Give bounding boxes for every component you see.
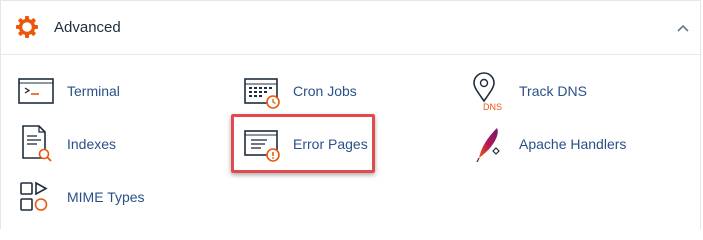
cron-jobs-link[interactable]: Cron Jobs [243,69,383,113]
mime-types-link[interactable]: MIME Types [17,175,157,219]
apache-handlers-link[interactable]: Apache Handlers [469,122,629,166]
document-search-icon [22,125,52,162]
terminal-icon [18,78,54,104]
error-pages-highlight [231,114,375,173]
track-dns-label: Track DNS [519,83,587,99]
cron-jobs-label: Cron Jobs [293,83,357,99]
apache-handlers-label: Apache Handlers [519,136,627,152]
section-header[interactable]: Advanced [1,1,702,55]
track-dns-link[interactable]: DNS Track DNS [469,69,609,113]
svg-text:DNS: DNS [483,102,502,112]
indexes-label: Indexes [67,136,117,152]
advanced-panel: Advanced Terminal Cron Jobs DNS Track DN… [0,0,702,229]
mime-types-label: MIME Types [67,189,145,205]
chevron-up-icon[interactable] [676,21,690,35]
shapes-icon [20,181,48,211]
gear-icon [16,16,38,38]
terminal-link[interactable]: Terminal [17,69,157,113]
indexes-link[interactable]: Indexes [17,122,157,166]
apache-feather-icon [476,128,500,163]
map-pin-dns-icon: DNS [473,72,502,112]
section-title: Advanced [54,19,121,36]
calendar-clock-icon [244,78,280,109]
terminal-label: Terminal [67,83,120,99]
